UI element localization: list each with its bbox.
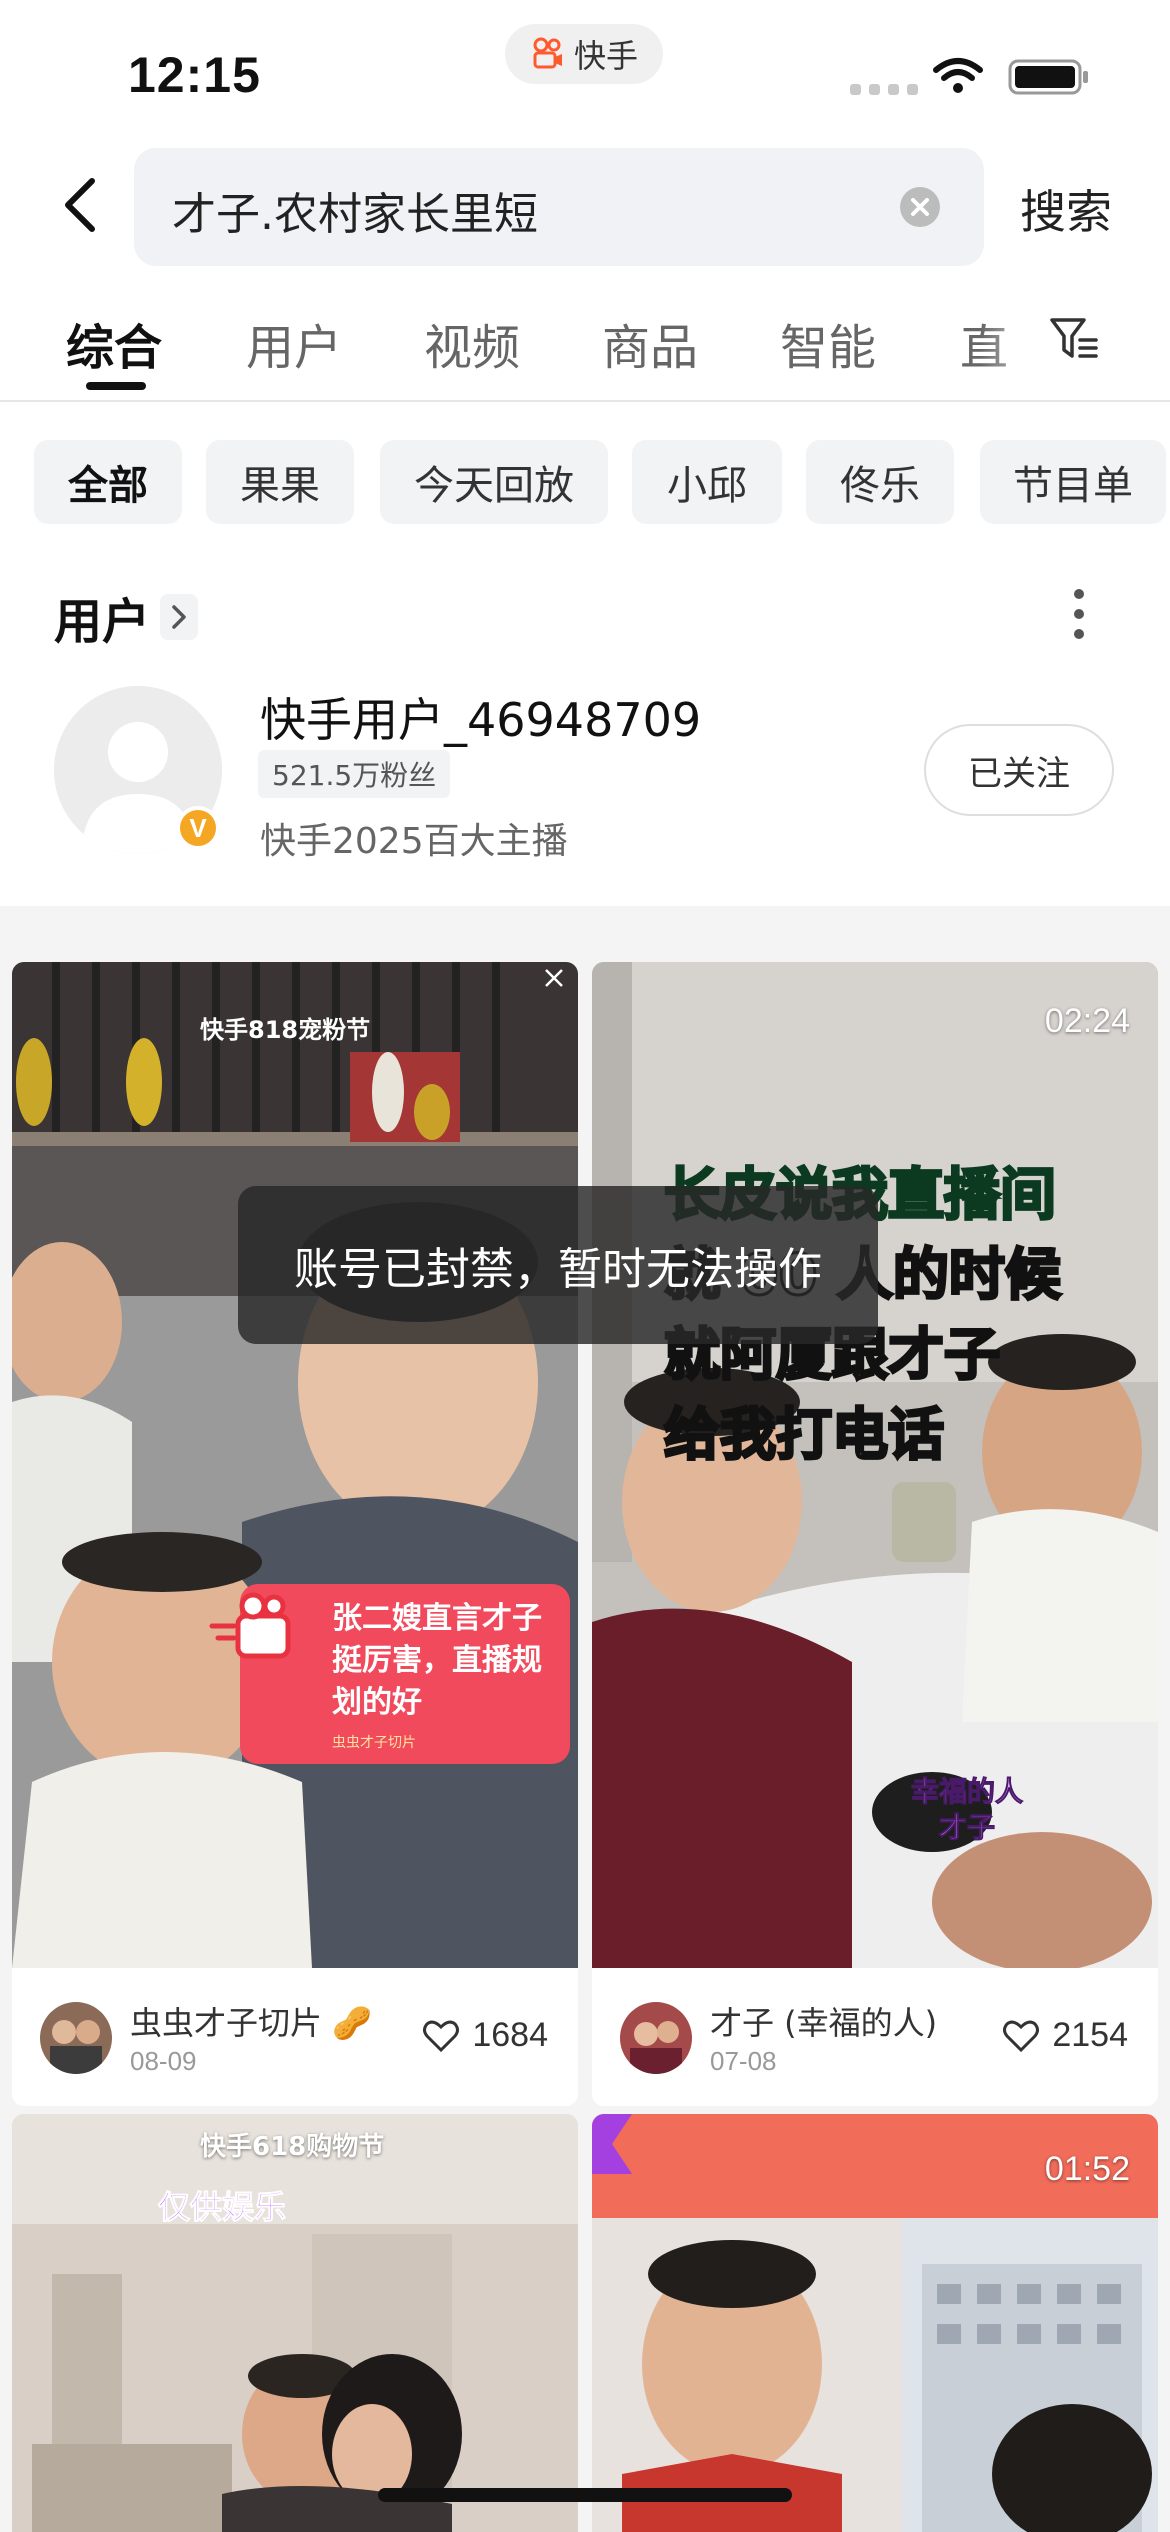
chip-replay-today[interactable]: 今天回放 — [380, 440, 608, 524]
video-duration: 02:24 — [1044, 1002, 1130, 1040]
tab-smart[interactable]: 智能 — [780, 308, 876, 378]
chevron-right-icon — [160, 594, 199, 640]
author-avatar[interactable] — [40, 2002, 112, 2074]
card-footer: 虫虫才子切片 🥜 08-09 1684 — [12, 1968, 578, 2106]
like-count: 1684 — [472, 2016, 548, 2054]
post-date: 08-09 — [130, 2046, 197, 2076]
status-time: 12:15 — [128, 47, 261, 103]
tab-all[interactable]: 综合 — [66, 308, 162, 378]
verified-badge-icon: V — [176, 806, 220, 850]
clear-search-icon[interactable] — [899, 186, 941, 228]
home-indicator[interactable] — [378, 2488, 792, 2502]
chip-guoguo[interactable]: 果果 — [206, 440, 354, 524]
tabs-divider — [0, 400, 1170, 402]
like-button[interactable]: 2154 — [1002, 2016, 1128, 2055]
bubble-text: 张二嫂直言才子挺厉害，直播规划的好 — [332, 1601, 542, 1720]
close-icon — [545, 969, 563, 987]
wifi-icon — [933, 58, 983, 93]
caption-line: 给我打电话 — [663, 1402, 946, 1470]
camera-sticker-icon — [209, 1592, 291, 1659]
card-footer: 才子 (幸福的人) 07-08 2154 — [592, 1968, 1158, 2106]
heart-icon — [1003, 2020, 1040, 2052]
author-avatar[interactable] — [620, 2002, 692, 2074]
chip-xiaoqiu[interactable]: 小邱 — [632, 440, 782, 524]
chip-program-list[interactable]: 节目单 — [980, 440, 1166, 524]
users-section-header[interactable]: 用户 — [54, 582, 199, 652]
user-name[interactable]: 快手用户_46948709 — [260, 684, 701, 750]
entertainment-label: 仅供娱乐 — [157, 2188, 287, 2227]
heart-icon — [423, 2020, 460, 2052]
battery-icon — [1008, 59, 1088, 95]
section-separator — [0, 906, 1170, 928]
status-bar: 12:15 快手 — [0, 0, 1170, 140]
app-indicator-pill[interactable]: 快手 — [505, 24, 663, 84]
chip-tongle[interactable]: 佟乐 — [806, 440, 954, 524]
result-tabs: 综合 用户 视频 商品 智能 直 — [0, 300, 1170, 400]
video-thumbnail-image — [12, 2114, 578, 2532]
back-button[interactable] — [52, 170, 108, 240]
more-options-icon[interactable] — [1064, 586, 1094, 642]
author-name[interactable]: 虫虫才子切片 🥜 — [130, 1998, 372, 2044]
app-name: 快手 — [573, 37, 638, 75]
tab-products[interactable]: 商品 — [602, 308, 698, 378]
search-input[interactable]: 才子.农村家长里短 — [134, 148, 984, 266]
video-card[interactable]: 快手818宠粉节 张二嫂直言才子挺厉害，直播规划的好 虫虫才子切片 虫虫才子切片… — [12, 962, 578, 2106]
promo-banner: 快手818宠粉节 — [200, 1016, 371, 1044]
fans-count-badge: 521.5万粉丝 — [258, 750, 451, 798]
filter-icon[interactable] — [1048, 312, 1100, 364]
video-thumbnail[interactable]: 快手818宠粉节 张二嫂直言才子挺厉害，直播规划的好 虫虫才子切片 — [12, 962, 578, 1968]
author-name[interactable]: 才子 (幸福的人) — [710, 1998, 937, 2044]
promo-banner: 快手618购物节 — [200, 2132, 385, 2162]
active-tab-indicator — [86, 382, 146, 390]
users-section-title: 用户 — [54, 594, 151, 650]
video-thumbnail[interactable]: 快手618购物节 仅供娱乐 — [12, 2114, 578, 2532]
sticker-icon — [592, 2114, 632, 2174]
video-thumbnail-image — [12, 962, 578, 1968]
like-count: 2154 — [1052, 2016, 1128, 2054]
search-button[interactable]: 搜索 — [1020, 176, 1112, 242]
user-description: 快手2025百大主播 — [260, 821, 568, 862]
video-card[interactable]: 快手618购物节 仅供娱乐 — [12, 2114, 578, 2532]
banned-account-toast: 账号已封禁，暂时无法操作 — [238, 1186, 878, 1344]
chevron-left-icon — [65, 178, 95, 232]
following-button[interactable]: 已关注 — [924, 724, 1114, 816]
search-query-text: 才子.农村家长里短 — [172, 189, 538, 240]
post-date: 07-08 — [710, 2046, 777, 2076]
video-duration: 01:52 — [1044, 2150, 1130, 2188]
video-tag: 幸福的人 才子 — [910, 1775, 1023, 1845]
video-thumbnail[interactable]: 02:24 长皮说我直播间 就 00 人的时候 就阿厦跟才子 给我打电话 幸福的… — [592, 962, 1158, 1968]
cellular-signal-icon — [850, 84, 918, 95]
like-button[interactable]: 1684 — [422, 2016, 548, 2055]
kuaishou-logo-icon — [533, 37, 562, 69]
tab-users[interactable]: 用户 — [246, 308, 342, 378]
tab-videos[interactable]: 视频 — [424, 308, 520, 378]
video-card[interactable]: 02:24 长皮说我直播间 就 00 人的时候 就阿厦跟才子 给我打电话 幸福的… — [592, 962, 1158, 2106]
video-thumbnail[interactable]: 01:52 — [592, 2114, 1158, 2532]
bubble-source: 虫虫才子切片 — [332, 1735, 416, 1751]
chip-all[interactable]: 全部 — [34, 440, 182, 524]
video-card[interactable]: 01:52 — [592, 2114, 1158, 2532]
filter-chips: 全部 果果 今天回放 小邱 佟乐 节目单 — [34, 440, 1170, 524]
